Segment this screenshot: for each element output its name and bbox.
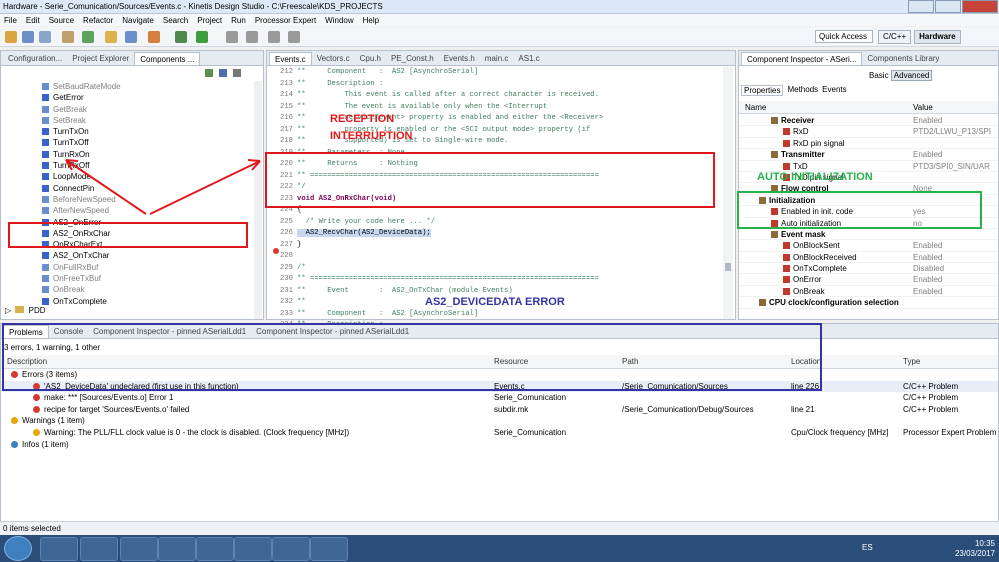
- arrow-head: [65, 159, 79, 162]
- arrow-line: [65, 159, 147, 215]
- annotation-arrows: [65, 159, 261, 215]
- arrow-line: [149, 161, 259, 215]
- arrow-head: [247, 159, 261, 162]
